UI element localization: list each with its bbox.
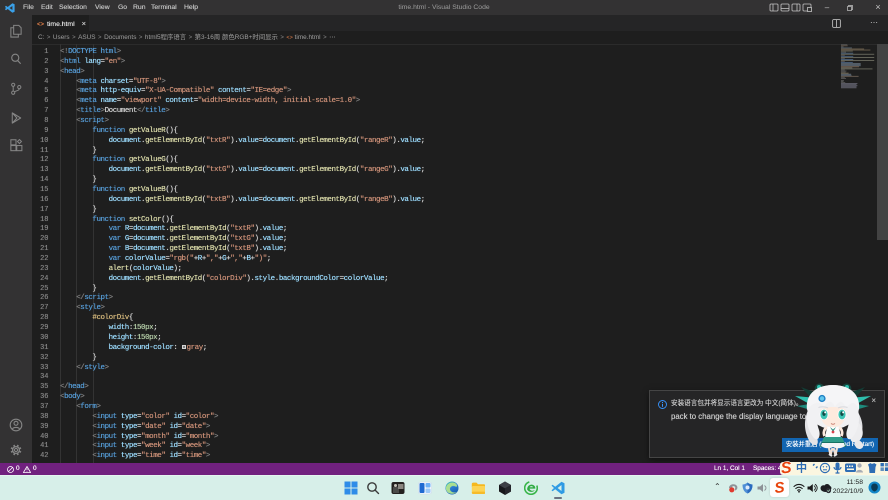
svg-text:S: S [774, 479, 786, 496]
svg-text:中: 中 [796, 461, 807, 475]
